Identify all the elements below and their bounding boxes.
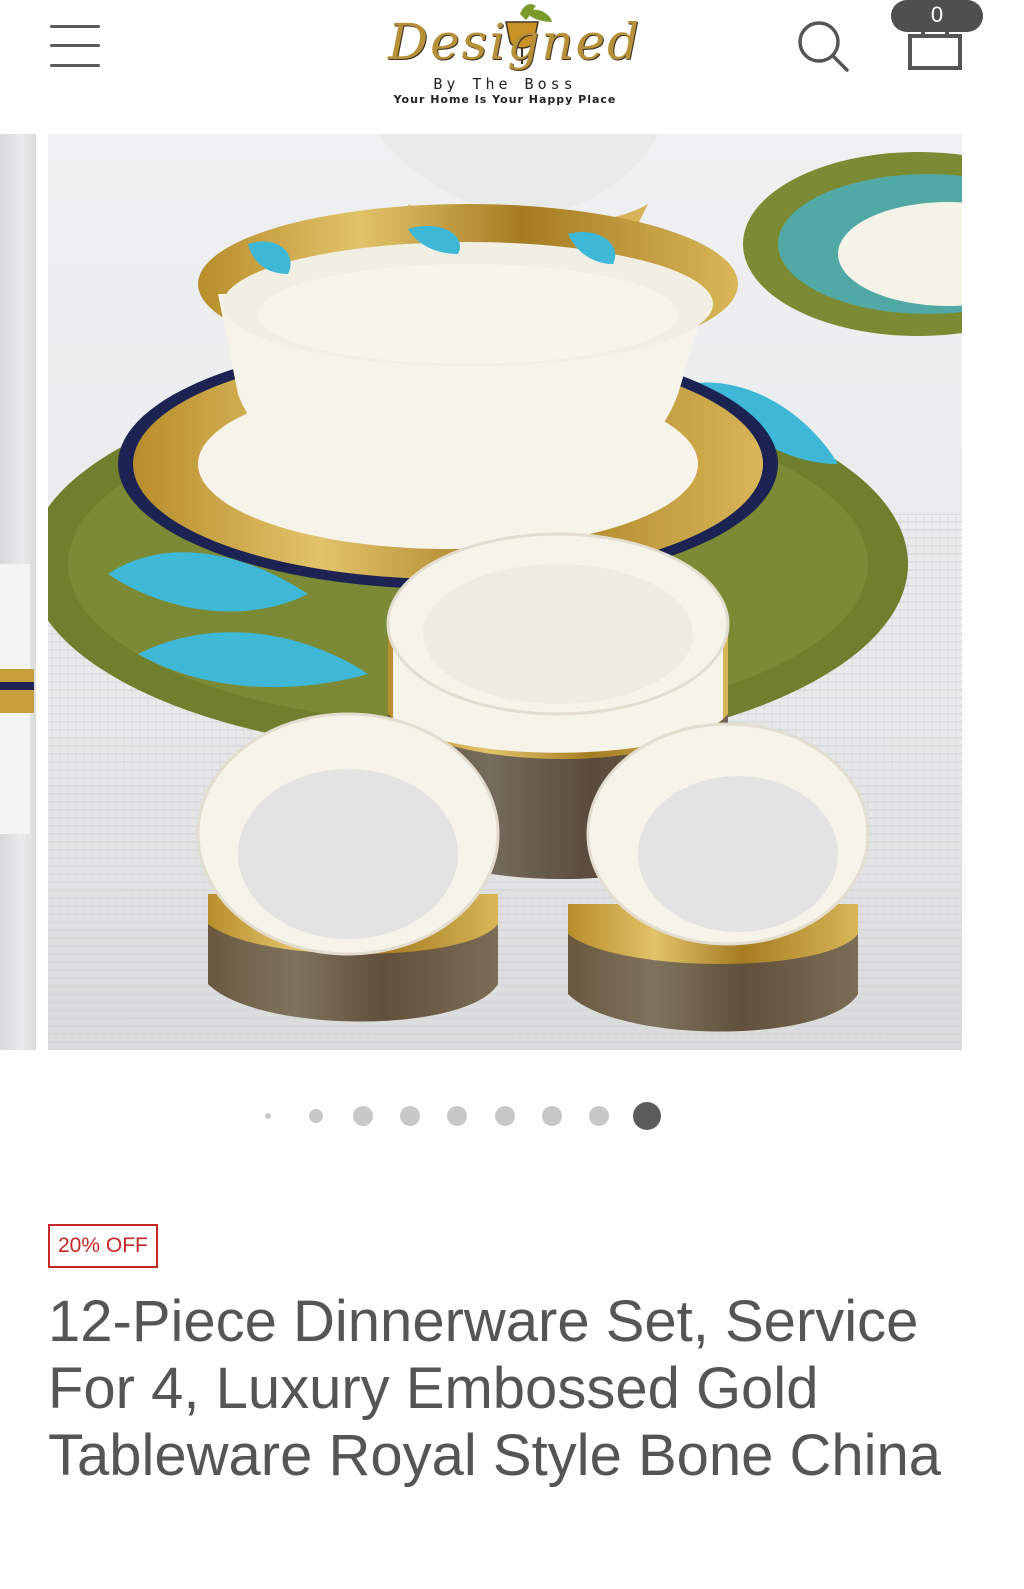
gallery-dot-4[interactable] (400, 1106, 420, 1126)
napkin-ring-left (196, 712, 500, 1022)
menu-button[interactable] (50, 22, 100, 70)
cart-count-badge: 0 (891, 0, 983, 32)
logo-subtitle: By The Boss (433, 75, 577, 93)
gallery-dot-2[interactable] (309, 1109, 323, 1123)
napkin-image-fragment (0, 564, 34, 834)
gallery-pagination (0, 1096, 1024, 1136)
brand-logo[interactable]: Designed By The Boss Your Home Is Your H… (380, 0, 642, 112)
discount-badge: 20% OFF (48, 1224, 158, 1268)
main-product-image[interactable] (28, 134, 1024, 1050)
logo-tagline: Your Home Is Your Happy Place (393, 93, 617, 106)
gallery-dot-7[interactable] (542, 1106, 562, 1126)
logo-script-text: Designed (388, 13, 642, 71)
gallery-dot-5[interactable] (447, 1106, 467, 1126)
product-photo-illustration (28, 134, 1024, 1050)
hamburger-menu-icon (50, 25, 100, 28)
search-button[interactable] (795, 18, 851, 74)
cart-button[interactable]: 0 (890, 0, 986, 80)
site-header: Designed By The Boss Your Home Is Your H… (0, 0, 1024, 130)
gallery-dot-6[interactable] (495, 1106, 515, 1126)
search-icon (798, 21, 849, 72)
previous-slide-peek[interactable] (0, 134, 36, 1050)
product-image-gallery[interactable] (0, 134, 1024, 1050)
gallery-dot-9-active[interactable] (633, 1102, 661, 1130)
napkin-ring-right (568, 722, 870, 1032)
hamburger-line (50, 44, 100, 47)
gallery-dot-3[interactable] (353, 1106, 373, 1126)
gallery-dot-1[interactable] (265, 1113, 271, 1119)
product-title: 12-Piece Dinnerware Set, Service For 4, … (48, 1289, 942, 1488)
hamburger-line (50, 64, 100, 67)
gallery-dot-8[interactable] (589, 1106, 609, 1126)
